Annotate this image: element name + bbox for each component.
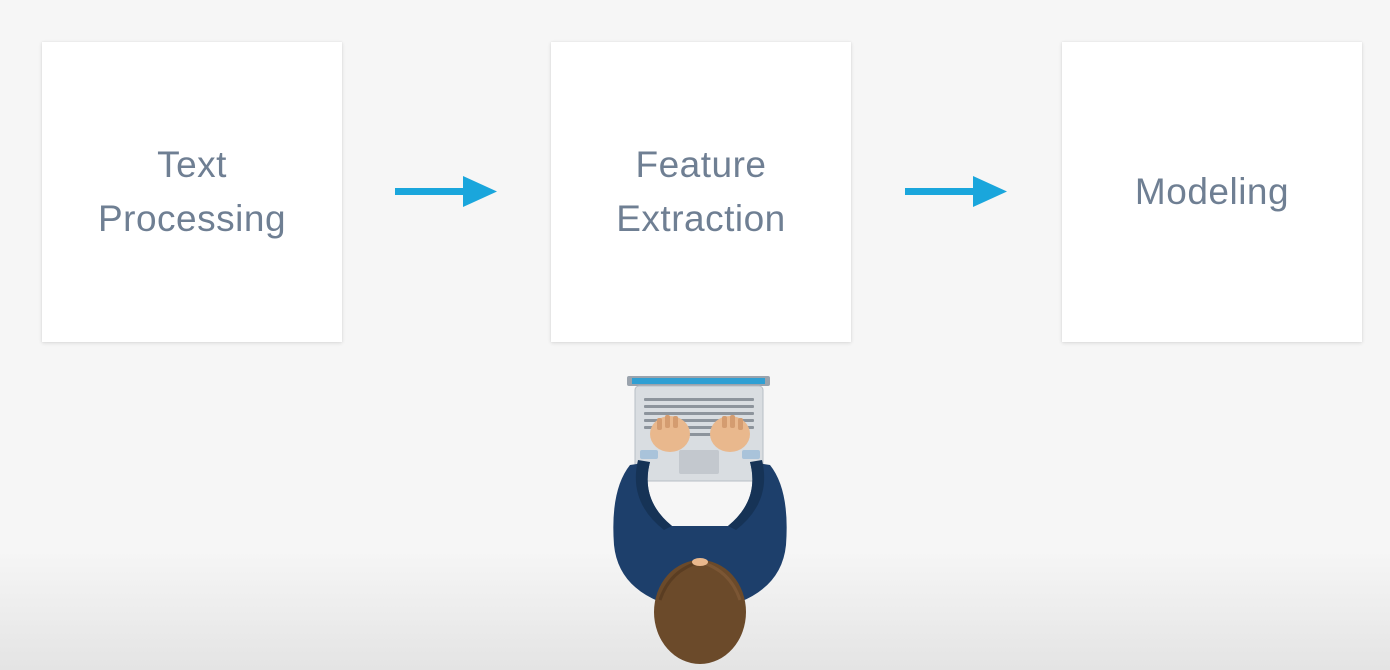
- arrow-right-icon: [905, 176, 1007, 207]
- arrow-right-icon: [395, 176, 497, 207]
- person-at-laptop-illustration: [613, 376, 787, 664]
- step-label-text-processing: Text Processing: [97, 144, 287, 239]
- step-modeling: Modeling: [1062, 42, 1362, 342]
- step-label-feature-extraction: Feature Extraction: [616, 144, 786, 239]
- step-feature-extraction: Feature Extraction: [551, 42, 851, 342]
- step-text-processing: Text Processing: [42, 42, 342, 342]
- step-label-modeling: Modeling: [1134, 171, 1290, 212]
